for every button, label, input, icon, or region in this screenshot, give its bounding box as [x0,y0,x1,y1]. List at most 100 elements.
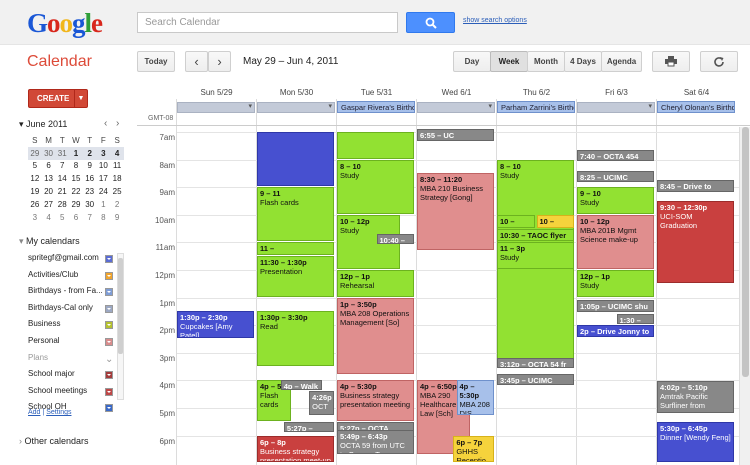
my-calendars-header[interactable]: ▾ My calendars [19,236,80,247]
calendar-item[interactable]: Business [28,319,114,331]
calendar-event[interactable]: 8:25 – UCIMC shuttle [577,170,654,183]
calendar-color-swatch[interactable] [105,321,113,330]
other-calendars-header[interactable]: › Other calendars [19,436,89,446]
calendar-event[interactable]: 4:02p – 5:10p Amtrak Pacific Surfliner fr… [657,381,734,413]
chevron-down-icon[interactable]: ⌄ [105,354,113,365]
calendar-color-swatch[interactable] [105,338,113,346]
mini-day[interactable]: 6 [69,211,83,224]
search-input[interactable]: Search Calendar [137,12,398,33]
scrollbar-thumb[interactable] [118,258,123,354]
calendar-color-swatch[interactable] [105,255,113,263]
calendar-color-swatch[interactable] [105,387,113,396]
calendar-event[interactable]: 12p – 1p Rehearsal [337,270,414,297]
calendar-event[interactable]: 1:30p – 3:30p Read [257,311,334,366]
view-day-button[interactable]: Day [453,51,491,72]
day-header[interactable]: Sat 6/4 [657,88,736,101]
calendar-item[interactable]: Activities/Club [28,270,114,282]
calendar-event[interactable]: 4p – 5:30pMBA 208 DIS Operation [456,380,494,416]
day-header[interactable]: Thu 6/2 [497,88,576,101]
day-header[interactable]: Mon 5/30 [257,88,336,101]
mini-day[interactable]: 28 [55,198,69,211]
calendar-event[interactable]: 6p – 7p GHHS Receptio [453,435,494,463]
mini-day[interactable]: 9 [83,160,97,173]
calendar-event[interactable] [337,132,414,159]
mini-day[interactable]: 16 [83,172,97,185]
all-day-event[interactable]: Parham Zarrini's Birthday [497,101,575,113]
calendar-color-swatch[interactable] [105,371,113,380]
mini-day[interactable]: 1 [69,146,83,160]
mini-day[interactable]: 12 [28,172,42,185]
mini-calendar-title[interactable]: ▾ June 2011 [19,119,67,130]
calendar-event[interactable]: 5:30p – 6:45p Dinner [Wendy Feng] [657,421,734,463]
all-day-bar[interactable] [577,102,655,113]
calendar-event[interactable]: 4:26p OCT [309,391,334,416]
view-month-button[interactable]: Month [527,51,565,72]
mini-day[interactable]: 23 [83,185,97,198]
mini-day[interactable]: 21 [55,185,69,198]
day-header[interactable]: Tue 5/31 [337,88,416,101]
mini-day[interactable]: 4 [42,211,56,224]
calendar-event[interactable]: 7:40 – OCTA 454 from [577,150,654,162]
main-scrollbar-thumb[interactable] [742,127,749,377]
calendar-event[interactable]: 1p – 3:50p MBA 208 Operations Management … [337,297,414,374]
day-header[interactable]: Sun 5/29 [177,88,256,101]
calendar-color-swatch[interactable] [105,404,113,413]
mini-day[interactable]: 25 [110,185,124,198]
calendar-event[interactable]: 1:05p – UCIMC shu [577,300,654,312]
calendar-color-swatch[interactable] [105,304,113,313]
calendar-event[interactable]: 1:30 – OCTA [616,314,654,325]
calendar-list-scrollbar[interactable] [117,253,124,400]
triangle-down-icon[interactable]: ▼ [74,90,87,107]
create-button[interactable]: CREATE ▼ [28,89,88,108]
calendar-color-swatch[interactable] [105,288,113,297]
calendar-event[interactable]: 4p – 5:30p Business strategy presentation… [337,380,414,421]
calendar-item[interactable]: spritegf@gmail.com [28,253,114,265]
calendar-event[interactable]: 12p – 1p Study [577,270,654,297]
calendar-event[interactable]: 10 – 12p MBA 201B Mgmt Science make-up [577,214,654,269]
mini-day[interactable]: 8 [69,160,83,173]
calendar-event[interactable]: 5:49p – 6:43pOCTA 59 from UTC to Orange … [337,430,414,454]
main-scrollbar[interactable] [739,127,750,465]
mini-day[interactable]: 5 [55,211,69,224]
google-logo[interactable]: Google [27,9,103,37]
day-header[interactable]: Wed 6/1 [417,88,496,101]
calendar-item[interactable]: School major [28,369,114,381]
all-day-bar[interactable] [417,102,495,113]
calendar-event[interactable]: 8:45 – Drive to irvine [657,180,734,192]
calendar-event[interactable]: 9:30 – 12:30p UCI-SOM Graduation [657,201,734,283]
mini-day[interactable]: 11 [110,160,124,173]
calendar-item[interactable]: Plans [28,353,114,365]
mini-day[interactable]: 8 [97,211,111,224]
calendar-event[interactable]: 1:30p – 2:30p Cupcakes [Amy Patel] [177,311,254,338]
mini-day[interactable]: 7 [55,160,69,173]
mini-prev-button[interactable]: ‹ [104,118,107,129]
mini-day[interactable]: 19 [28,185,42,198]
mini-day[interactable]: 24 [97,185,111,198]
mini-day[interactable]: 9 [110,211,124,224]
view-4days-button[interactable]: 4 Days [564,51,602,72]
mini-day[interactable]: 14 [55,172,69,185]
calendar-event[interactable]: 3:45p – UCIMC shutt [497,373,574,385]
mini-day[interactable]: 2 [110,198,124,211]
all-day-event[interactable]: Cheryl Olonan's Birthday [657,101,735,113]
mini-day[interactable]: 10 [97,160,111,173]
calendar-item[interactable]: School meetings [28,386,114,398]
mini-day[interactable]: 3 [96,146,111,160]
calendar-event[interactable]: 11:30 – 1:30p Presentation [257,256,334,297]
calendar-event[interactable]: 9 – 10 Study [577,187,654,214]
calendar-event[interactable]: 10 – New [536,214,574,228]
mini-day[interactable]: 18 [110,172,124,185]
calendar-event[interactable]: 6:55 – UC [417,129,494,141]
search-button[interactable] [406,12,455,33]
mini-day[interactable]: 2 [82,146,97,160]
calendar-event[interactable]: 10 – Craig [497,214,535,228]
calendar-event[interactable]: 4p – Walk [280,380,323,391]
print-button[interactable] [652,51,690,72]
calendar-item[interactable]: Personal [28,336,114,348]
refresh-button[interactable] [700,51,738,72]
all-day-bar[interactable] [177,102,255,113]
calendar-item[interactable]: Birthdays-Cal only [28,303,114,315]
mini-day[interactable]: 13 [42,172,56,185]
calendar-event[interactable]: 6p – 8p Business strategy presentation me… [257,435,334,463]
next-week-button[interactable]: › [208,51,231,72]
